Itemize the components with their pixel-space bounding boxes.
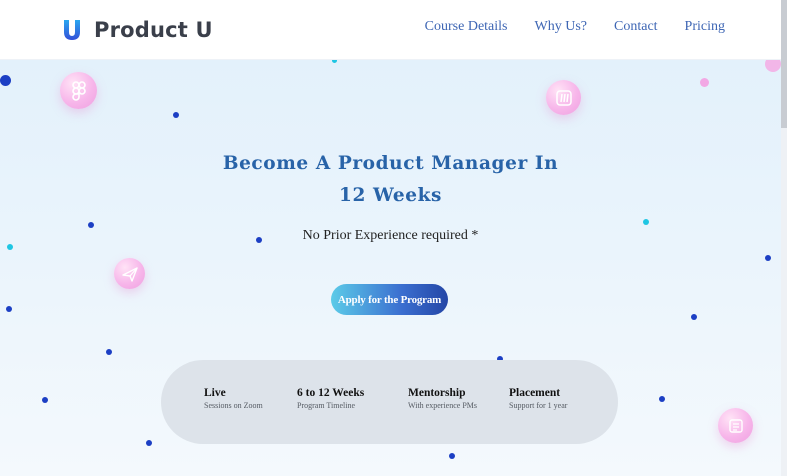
feature-description: Support for 1 year <box>509 401 568 410</box>
feature-description: Program Timeline <box>297 401 356 410</box>
decor-dot <box>173 112 179 118</box>
feature-description: Sessions on Zoom <box>204 401 263 410</box>
hero-section: Become A Product Manager In 12 Weeks No … <box>0 60 781 476</box>
decor-dot <box>332 60 337 63</box>
nav-link-why-us[interactable]: Why Us? <box>535 19 588 35</box>
main-nav: Course Details Why Us? Contact Pricing <box>425 19 725 35</box>
decor-dot <box>0 75 11 86</box>
decor-dot <box>691 314 697 320</box>
miro-icon <box>546 80 581 115</box>
feature-live: Live Sessions on Zoom <box>204 387 263 410</box>
decor-dot <box>146 440 152 446</box>
decor-dot <box>42 397 48 403</box>
vertical-scrollbar[interactable] <box>781 0 787 476</box>
apply-button[interactable]: Apply for the Program <box>331 284 448 315</box>
airplane-icon <box>114 258 145 289</box>
feature-title: Mentorship <box>408 387 466 399</box>
decor-dot <box>765 255 771 261</box>
nav-link-pricing[interactable]: Pricing <box>685 19 725 35</box>
nav-link-course-details[interactable]: Course Details <box>425 19 508 35</box>
decor-dot <box>6 306 12 312</box>
brand-logo[interactable]: Product U <box>62 14 213 46</box>
hero-subheadline: No Prior Experience required * <box>302 228 479 243</box>
feature-title: 6 to 12 Weeks <box>297 387 365 399</box>
feature-mentorship: Mentorship With experience PMs <box>408 387 477 410</box>
notebook-icon <box>718 408 753 443</box>
decor-dot <box>643 219 649 225</box>
decor-dot <box>700 78 709 87</box>
decor-dot <box>106 349 112 355</box>
decor-dot <box>7 244 13 250</box>
feature-title: Placement <box>509 387 561 399</box>
top-navbar: Product U Course Details Why Us? Contact… <box>0 0 781 60</box>
feature-timeline: 6 to 12 Weeks Program Timeline <box>297 387 364 410</box>
hero-headline-line1: Become A Product Manager In <box>222 153 559 174</box>
features-panel: Live Sessions on Zoom 6 to 12 Weeks Prog… <box>161 360 618 444</box>
scrollbar-thumb[interactable] <box>781 0 787 128</box>
figma-icon <box>60 72 97 109</box>
brand-logo-icon <box>64 20 80 40</box>
decor-dot <box>765 60 781 72</box>
decor-dot <box>659 396 665 402</box>
decor-dot <box>449 453 455 459</box>
nav-link-contact[interactable]: Contact <box>614 19 658 35</box>
hero-headline-line2: 12 Weeks <box>338 185 443 206</box>
feature-title: Live <box>204 387 226 399</box>
feature-description: With experience PMs <box>408 401 477 410</box>
brand-name: Product U <box>94 18 213 42</box>
feature-placement: Placement Support for 1 year <box>509 387 567 410</box>
